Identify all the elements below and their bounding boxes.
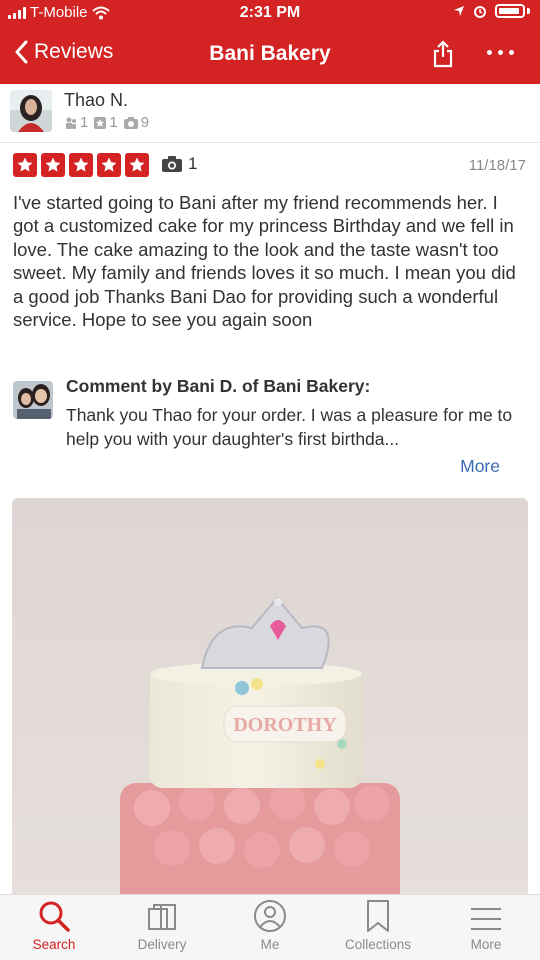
divider [0, 142, 540, 143]
page-title: Bani Bakery [209, 42, 331, 65]
tab-label: More [470, 937, 502, 952]
review-star-icon [94, 116, 107, 129]
location-arrow-icon [454, 6, 464, 16]
share-icon[interactable] [432, 40, 454, 68]
review-text: I've started going to Bani after my frie… [13, 192, 516, 331]
reviewer-name[interactable]: Thao N. [64, 90, 128, 111]
star-icon [13, 153, 37, 177]
camera-icon [123, 116, 138, 129]
reviews-count: 1 [109, 114, 118, 131]
camera-icon [162, 156, 182, 172]
profile-icon [254, 900, 286, 932]
friends-icon [66, 117, 76, 129]
more-options-icon[interactable] [487, 50, 514, 55]
nav-row: Reviews Bani Bakery [0, 32, 540, 78]
bookmark-icon [367, 900, 389, 932]
review-date: 11/18/17 [468, 157, 526, 174]
tab-label: Search [32, 937, 76, 952]
menu-icon [471, 908, 501, 930]
battery-icon [495, 4, 525, 18]
star-icon [41, 153, 65, 177]
star-rating [13, 153, 149, 177]
tab-search[interactable]: Search [0, 895, 108, 960]
reviewer-stats: 1 1 9 [64, 114, 149, 131]
tab-label: Me [260, 937, 280, 952]
tab-more[interactable]: More [432, 895, 540, 960]
tab-delivery[interactable]: Delivery [108, 895, 216, 960]
delivery-bag-icon [148, 904, 176, 930]
more-link[interactable]: More [460, 456, 500, 477]
owner-comment-text: Thank you Thao for your order. I was a p… [66, 405, 513, 449]
friends-count: 1 [80, 114, 89, 131]
star-icon [97, 153, 121, 177]
owner-comment-title: Comment by Bani D. of Bani Bakery: [66, 376, 371, 396]
reviewer-avatar[interactable] [10, 90, 52, 132]
tab-label: Collections [344, 937, 412, 952]
review-photo-count[interactable]: 1 [161, 154, 197, 174]
tab-label: Delivery [137, 937, 187, 952]
status-bar: T-Mobile 2:31 PM [0, 0, 540, 28]
review-photo[interactable]: DOROTHY [12, 498, 528, 898]
reviewer-header[interactable]: Thao N. 1 1 9 [10, 90, 530, 136]
top-bar: T-Mobile 2:31 PM Reviews Bani Bakery [0, 0, 540, 84]
search-icon [39, 901, 70, 932]
cake-name-text: DOROTHY [233, 714, 337, 736]
tab-bar: Search Delivery Me Collections More [0, 894, 540, 960]
owner-avatar[interactable] [13, 381, 53, 419]
tab-collections[interactable]: Collections [324, 895, 432, 960]
tab-me[interactable]: Me [216, 895, 324, 960]
photos-count: 9 [140, 114, 150, 131]
star-icon [125, 153, 149, 177]
photo-count-value: 1 [188, 154, 198, 173]
star-icon [69, 153, 93, 177]
alarm-icon [474, 6, 486, 18]
